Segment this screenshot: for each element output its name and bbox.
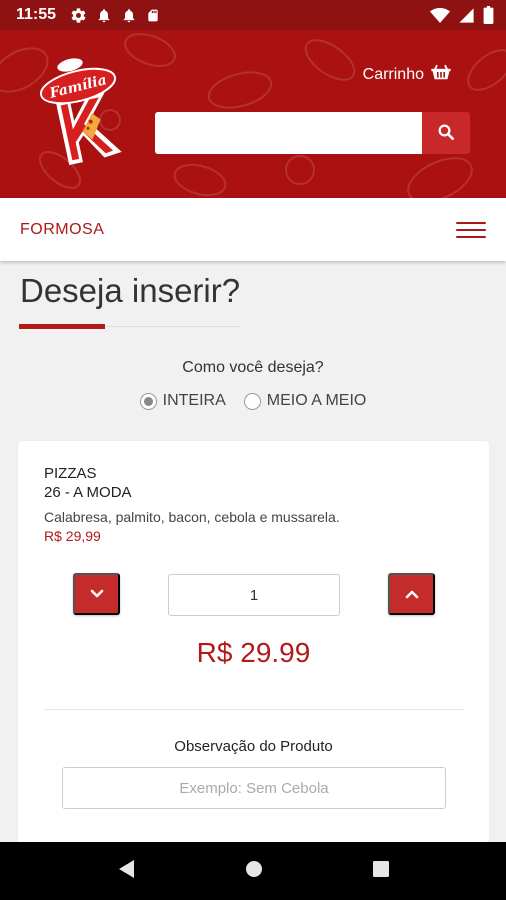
status-right-icons [430,6,494,24]
mode-options: INTEIRA MEIO A MEIO [0,392,506,410]
observation-input[interactable] [62,767,446,809]
hamburger-menu-button[interactable] [456,220,486,240]
radio-meio-a-meio[interactable] [243,392,261,410]
recents-icon[interactable] [372,860,390,883]
cart-link[interactable]: Carrinho [363,64,452,85]
back-icon[interactable] [116,858,136,885]
quantity-decrease-button[interactable] [73,573,120,615]
quantity-input[interactable] [168,574,340,616]
title-underline [19,324,105,329]
notification-bell-icon [121,7,137,24]
settings-icon [70,7,87,24]
wifi-icon [430,7,450,24]
search-input[interactable] [155,112,422,154]
observation-label: Observação do Produto [174,738,333,755]
sd-card-icon [146,7,160,24]
search-bar [155,112,470,154]
chevron-down-icon [90,587,104,602]
chevron-up-icon [405,587,419,602]
store-name[interactable]: FORMOSA [20,221,104,239]
search-icon [437,123,455,144]
cellular-signal-icon [458,7,475,24]
search-button[interactable] [422,112,470,154]
status-bar: 11:55 [0,0,506,30]
status-time: 11:55 [16,6,57,23]
basket-icon [430,64,452,85]
option-inteira-label: INTEIRA [162,392,226,409]
hamburger-menu-icon-line [456,221,486,224]
quantity-increase-button[interactable] [388,573,435,615]
hamburger-menu-icon-line [456,235,486,238]
status-left-icons [70,7,160,24]
card-divider [44,709,464,710]
title-underline-rest [105,326,240,327]
app-header: Família Carrinho [0,30,506,198]
cart-label: Carrinho [362,65,424,83]
product-description: Calabresa, palmito, bacon, cebola e muss… [44,509,340,525]
product-name: 26 - A MODA [44,484,132,501]
option-meio-a-meio[interactable]: MEIO A MEIO [243,392,367,410]
battery-icon [483,6,494,24]
product-category: PIZZAS [44,465,97,482]
home-icon[interactable] [244,859,264,884]
mode-question: Como você deseja? [182,359,324,376]
page-title: Deseja inserir? [20,272,241,309]
store-nav-bar: FORMOSA [0,198,506,261]
android-navigation-bar [0,842,506,900]
option-inteira[interactable]: INTEIRA [139,392,226,410]
product-card: PIZZAS 26 - A MODA Calabresa, palmito, b… [18,441,489,861]
total-price: R$ 29.99 [196,637,311,668]
product-unit-price: R$ 29,99 [44,528,101,544]
radio-inteira[interactable] [139,392,157,410]
familia-k-logo[interactable]: Família [28,50,128,180]
option-meio-a-meio-label: MEIO A MEIO [266,392,367,409]
notification-bell-icon [96,7,112,24]
hamburger-menu-icon-line [456,228,486,231]
